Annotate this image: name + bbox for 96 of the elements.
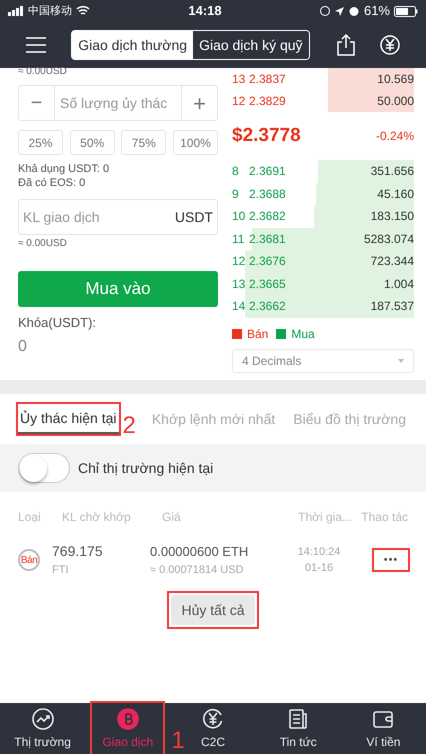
bid-row[interactable]: 8 2.3691 351.656 [232,160,414,182]
plus-button[interactable]: + [181,86,217,120]
bid-price: 2.3676 [249,253,286,270]
ask-row[interactable]: 12 2.3829 50.000 [232,90,414,112]
nav-tab[interactable]: C2C [191,703,236,754]
last-price: $2.3778 [232,124,301,148]
bid-row[interactable]: 13 2.3665 1.004 [232,272,414,295]
column-header: Loại [18,509,42,526]
column-header: KL chờ khớp [62,509,132,526]
available-balance: Khả dụng USDT: 0 [18,162,110,176]
ask-row[interactable]: 13 2.3837 10.569 [232,68,414,90]
order-date: 01-16 [304,561,334,576]
bid-price: 2.3688 [249,186,286,203]
bid-row[interactable]: 10 2.3682 183.150 [232,205,414,228]
bid-price: 2.3691 [249,163,286,180]
more-actions-button[interactable]: ••• [374,550,408,570]
column-header: Giá [162,509,182,526]
decimals-select[interactable]: 4 Decimals [232,348,414,372]
bid-amount: 5283.074 [364,230,414,248]
annotation-number: 1 [171,728,185,754]
wifi-icon [76,6,90,16]
nav-tab[interactable]: Ví tiền [356,703,410,754]
bid-amount: 187.537 [370,298,414,316]
battery-icon [394,6,418,16]
amount-estimate: ≈ 0.00USD [18,238,68,250]
bid-index: 11 [232,230,246,248]
nav-tab[interactable]: Tin tức [270,703,327,754]
carrier-name: 中国移动 [28,4,72,19]
bid-amount: 351.656 [370,163,414,180]
ask-price: 2.3829 [249,93,286,110]
yen-exchange-icon [201,706,225,730]
percent-button[interactable]: 50% [70,130,115,155]
bid-row[interactable]: 14 2.3662 187.537 [232,295,414,318]
sell-side-badge: Bán [18,549,40,571]
legend-label: Bán [247,326,268,342]
mode-tab[interactable]: Giao dịch thường [72,31,194,59]
percent-button[interactable]: 100% [172,130,218,155]
nav-tab[interactable]: Thị trường [4,703,81,754]
ask-price: 2.3837 [249,71,286,88]
quantity-field[interactable]: − Số lượng ủy thác + [18,85,218,121]
status-icons [320,5,360,17]
order-price-usd: ≈ 0.00071814 USD [150,562,244,578]
ask-index: 13 [232,71,246,88]
trend-icon [30,706,55,730]
order-tab[interactable]: Ủy thác hiện tại [18,404,118,434]
bid-price: 2.3665 [249,276,286,293]
bid-index: 10 [232,208,246,226]
locked-label: Khóa(USDT): [18,314,98,332]
ask-amount: 10.569 [377,71,414,88]
bid-row[interactable]: 9 2.3688 45.160 [232,182,414,205]
order-coin: FTI [52,563,70,578]
signal-icon [8,6,24,16]
bid-index: 14 [232,298,246,316]
menu-icon[interactable] [24,36,46,54]
bid-amount: 45.160 [377,186,414,203]
amount-field[interactable]: KL giao dịch USDT [18,199,218,235]
share-icon[interactable] [334,34,357,56]
amount-unit: USDT [174,208,213,226]
ask-amount: 50.000 [377,93,414,110]
percent-button[interactable]: 75% [121,130,166,155]
bid-row[interactable]: 11 2.3681 5283.074 [232,228,414,250]
column-header: Thời gia... [297,509,352,526]
estimate-text: ≈ 0.00USD [18,66,68,78]
bid-price: 2.3682 [249,208,286,226]
market-toggle[interactable] [18,453,70,483]
dropdown-caret-icon [398,358,404,362]
bid-amount: 723.344 [370,253,414,270]
bitcoin-icon [116,706,140,730]
toggle-label: Chỉ thị trường hiện tại [78,458,214,478]
bid-index: 8 [232,163,240,180]
ask-index: 12 [232,93,246,110]
bid-price: 2.3662 [249,298,286,316]
column-header: Thao tác [360,509,408,526]
bid-index: 9 [232,186,240,203]
bid-index: 13 [232,276,246,293]
bid-price: 2.3681 [249,230,286,248]
quantity-input[interactable]: Số lượng ủy thác [55,92,181,114]
order-amount: 769.175 [52,542,104,562]
locked-value: 0 [18,336,28,356]
price-change: -0.24% [376,128,414,145]
bid-amount: 183.150 [370,208,414,226]
held-balance: Đã có EOS: 0 [18,176,86,190]
legend-label: Mua [291,326,315,342]
cancel-all-button[interactable]: Hủy tất cả [171,595,255,625]
clock-time: 14:18 [188,2,222,20]
bid-index: 12 [232,253,246,270]
annotation-number: 2 [122,414,136,438]
bid-row[interactable]: 12 2.3676 723.344 [232,250,414,272]
amount-input[interactable]: KL giao dịch [23,206,175,228]
bid-amount: 1.004 [384,276,414,293]
percent-button[interactable]: 25% [18,130,63,155]
minus-button[interactable]: − [19,86,55,120]
yen-coin-icon[interactable] [378,34,402,56]
order-price: 0.00000600 ETH [150,543,250,561]
battery-percent: 61% [364,2,390,20]
order-time: 14:10:24 [298,544,340,560]
